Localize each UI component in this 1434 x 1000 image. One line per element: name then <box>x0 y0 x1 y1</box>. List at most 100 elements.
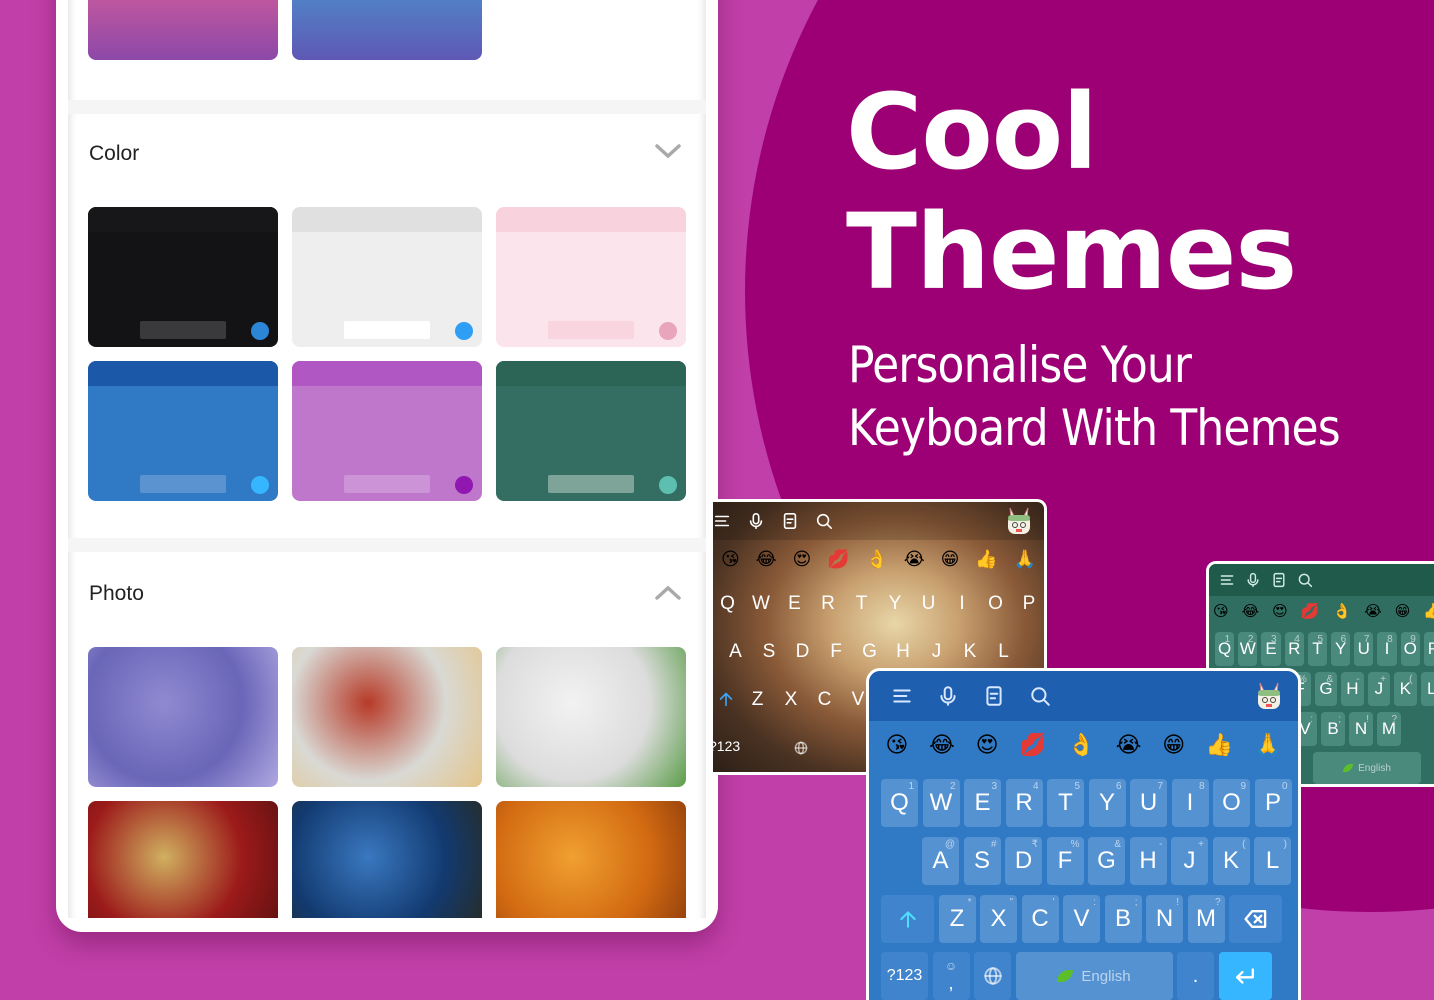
emoji-suggestion[interactable]: 👍 <box>1206 733 1233 758</box>
key-l[interactable]: L <box>989 634 1018 670</box>
key-s[interactable]: S <box>755 634 784 670</box>
key-o[interactable]: O9 <box>1213 779 1250 827</box>
theme-photo-lavender-forest[interactable] <box>88 647 278 787</box>
emoji-suggestion[interactable]: 👌 <box>1333 602 1352 620</box>
emoji-suggestion[interactable]: 😍 <box>793 549 812 570</box>
key-y[interactable]: Y6 <box>1331 632 1351 666</box>
key-u[interactable]: U7 <box>1354 632 1374 666</box>
key-j[interactable]: J + <box>1171 837 1208 885</box>
theme-card-light-gray[interactable] <box>292 207 482 347</box>
emoji-suggestion[interactable]: 😍 <box>1272 602 1288 620</box>
shift-arrow-icon[interactable] <box>897 908 919 930</box>
key-a[interactable]: A@ <box>922 837 959 885</box>
chevron-up-icon[interactable] <box>654 578 682 606</box>
clipboard-icon[interactable] <box>781 512 799 530</box>
key-z[interactable]: Z* <box>938 895 976 943</box>
key-m[interactable]: M? <box>1187 895 1225 943</box>
emoji-suggestion[interactable]: 😭 <box>1116 733 1142 758</box>
globe-icon[interactable] <box>793 740 809 756</box>
symbols-key[interactable]: ?123 <box>713 738 740 754</box>
key-l[interactable]: L) <box>1254 837 1291 885</box>
backspace-key[interactable] <box>1229 895 1282 943</box>
key-o[interactable]: O9 <box>1400 632 1420 666</box>
emoji-suggestion[interactable]: 👌 <box>865 549 887 570</box>
emoji-suggestion[interactable]: 👌 <box>1068 733 1095 758</box>
key-j[interactable]: J <box>922 634 951 670</box>
key-r[interactable]: R4 <box>1284 632 1304 666</box>
key-i[interactable]: I8 <box>1377 632 1397 666</box>
key-k[interactable]: K( <box>1394 672 1417 706</box>
key-f[interactable]: F% <box>1046 837 1084 885</box>
key-t[interactable]: T5 <box>1307 632 1328 666</box>
key-k[interactable]: K( <box>1212 837 1250 885</box>
key-u[interactable]: U <box>914 586 943 622</box>
key-q[interactable]: Q1 <box>1215 632 1235 666</box>
menu-icon[interactable] <box>1219 572 1235 588</box>
emoji-suggestion[interactable]: 😁 <box>941 549 960 570</box>
theme-card-blue[interactable] <box>88 361 278 501</box>
symbols-key[interactable]: ?123 <box>881 952 928 1000</box>
theme-photo-autumn-forest[interactable] <box>496 801 686 918</box>
key-w[interactable]: W2 <box>1238 632 1258 666</box>
key-o[interactable]: O <box>981 586 1010 622</box>
key-d[interactable]: D₹ <box>1005 837 1042 885</box>
globe-icon[interactable] <box>982 965 1004 987</box>
emoji-suggestion[interactable]: 👍 <box>975 549 997 570</box>
key-p[interactable]: P0 <box>1423 632 1434 666</box>
theme-card-green[interactable] <box>496 361 686 501</box>
emoji-suggestion[interactable]: 🙏 <box>1014 549 1036 570</box>
key-i[interactable]: I <box>948 586 977 622</box>
theme-card-black[interactable] <box>88 207 278 347</box>
key-h[interactable]: H- <box>1341 672 1364 706</box>
key-b[interactable]: B; <box>1104 895 1142 943</box>
key-e[interactable]: E3 <box>1261 632 1281 666</box>
key-g[interactable]: G & <box>1314 672 1338 706</box>
key-r[interactable]: R4 <box>1005 779 1043 827</box>
mascot-avatar-icon[interactable] <box>1003 506 1035 536</box>
shift-arrow-icon[interactable] <box>717 690 735 708</box>
search-icon[interactable] <box>1029 685 1051 707</box>
microphone-icon[interactable] <box>937 685 959 707</box>
shift-key[interactable] <box>881 895 934 943</box>
key-k[interactable]: K <box>956 634 985 670</box>
theme-photo-blue-butterflies[interactable] <box>292 801 482 918</box>
emoji-suggestion[interactable]: 😘 <box>1213 602 1229 620</box>
key-m[interactable]: M? <box>1377 712 1401 746</box>
theme-card-pink[interactable] <box>496 207 686 347</box>
spacebar[interactable]: English <box>1313 752 1421 784</box>
key-a[interactable]: A <box>721 634 750 670</box>
key-p[interactable]: P0 <box>1254 779 1292 827</box>
emoji-suggestion[interactable]: 😂 <box>756 549 777 570</box>
key-t[interactable]: T <box>847 586 876 622</box>
key-t[interactable]: T5 <box>1047 779 1084 827</box>
key-r[interactable]: R <box>814 586 843 622</box>
key-c[interactable]: C <box>810 682 839 718</box>
enter-key[interactable] <box>1218 952 1272 1000</box>
period-key[interactable]: . <box>1177 952 1214 1000</box>
key-d[interactable]: D <box>788 634 817 670</box>
theme-card-blue-indigo-gradient[interactable] <box>292 0 482 60</box>
key-y[interactable]: Y6 <box>1088 779 1126 827</box>
emoji-suggestion[interactable]: 😂 <box>1242 602 1260 620</box>
clipboard-icon[interactable] <box>1271 572 1287 588</box>
emoji-suggestion[interactable]: 😘 <box>721 549 740 570</box>
enter-icon[interactable] <box>1232 963 1258 989</box>
key-w[interactable]: W2 <box>922 779 960 827</box>
key-e[interactable]: E <box>780 586 809 622</box>
key-s[interactable]: S# <box>963 837 1001 885</box>
key-q[interactable]: Q1 <box>881 779 918 827</box>
emoji-suggestion[interactable]: 😘 <box>885 733 908 758</box>
microphone-icon[interactable] <box>747 512 765 530</box>
clipboard-icon[interactable] <box>983 685 1005 707</box>
search-icon[interactable] <box>815 512 833 530</box>
theme-card-purple[interactable] <box>292 361 482 501</box>
key-u[interactable]: U7 <box>1130 779 1167 827</box>
key-p[interactable]: P <box>1015 586 1044 622</box>
spacebar[interactable]: English <box>1015 952 1173 1000</box>
key-j[interactable]: J + <box>1367 672 1391 706</box>
key-g[interactable]: G & <box>1088 837 1125 885</box>
key-g[interactable]: G <box>855 634 884 670</box>
emoji-suggestion[interactable]: 😁 <box>1395 602 1411 620</box>
key-b[interactable]: B; <box>1321 712 1345 746</box>
emoji-suggestion[interactable]: 😍 <box>976 733 999 758</box>
